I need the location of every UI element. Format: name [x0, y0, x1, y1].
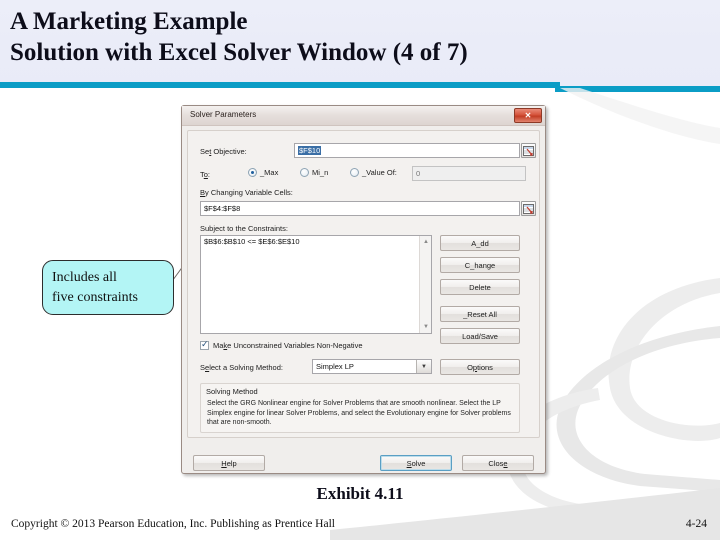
chevron-down-icon[interactable]: ▼: [420, 321, 431, 333]
help-button-label: Help: [221, 458, 237, 468]
solving-method-label: Select a Solving Method:: [200, 363, 283, 372]
dialog-close-button[interactable]: Close: [462, 455, 534, 471]
radio-value-of[interactable]: _Value Of:: [350, 168, 397, 177]
change-button-label: C_hange: [464, 260, 496, 270]
radio-value-of-icon: [350, 168, 359, 177]
checkbox-icon: [200, 339, 209, 350]
callout-line-2: five constraints: [52, 290, 138, 305]
close-button-label: Close: [488, 458, 508, 468]
solving-method-groupbox: Solving Method Select the GRG Nonlinear …: [200, 383, 520, 433]
radio-max[interactable]: _Max: [248, 168, 278, 177]
range-picker-icon[interactable]: [521, 143, 536, 158]
page-title: A Marketing Example Solution with Excel …: [10, 6, 710, 68]
load-save-button[interactable]: Load/Save: [440, 328, 520, 344]
set-objective-value: $F$10: [298, 146, 322, 155]
change-button[interactable]: C_hange: [440, 257, 520, 273]
radio-min[interactable]: Mi_n: [300, 168, 328, 177]
options-button[interactable]: Options: [440, 359, 520, 375]
load-save-button-label: Load/Save: [462, 331, 498, 341]
delete-button-label: Delete: [469, 282, 491, 292]
callout-box: Includes all five constraints: [42, 260, 174, 315]
solving-method-value: Simplex LP: [316, 362, 354, 371]
solve-button[interactable]: Solve: [380, 455, 452, 471]
constraints-listbox[interactable]: $B$6:$B$10 <= $E$6:$E$10 ▲ ▼: [200, 235, 432, 334]
copyright-notice: Copyright © 2013 Pearson Education, Inc.…: [11, 518, 335, 530]
page-title-line-1: A Marketing Example: [10, 8, 248, 35]
solving-method-description: Select the GRG Nonlinear engine for Solv…: [207, 400, 511, 426]
callout-line-1: Includes all: [52, 270, 117, 285]
options-button-label: Options: [467, 362, 493, 372]
dialog-title: Solver Parameters: [190, 110, 257, 119]
set-objective-label: Set Objective:: [200, 147, 247, 156]
value-of-input[interactable]: 0: [412, 166, 526, 181]
set-objective-input[interactable]: $F$10: [294, 143, 520, 158]
dialog-title-bar[interactable]: Solver Parameters ✕: [182, 106, 545, 126]
exhibit-caption: Exhibit 4.11: [316, 484, 404, 503]
reset-all-button-label: _Reset All: [463, 309, 497, 319]
radio-min-icon: [300, 168, 309, 177]
solving-method-select[interactable]: Simplex LP ▼: [312, 359, 432, 374]
reset-all-button[interactable]: _Reset All: [440, 306, 520, 322]
chevron-down-icon-combo[interactable]: ▼: [416, 360, 431, 373]
constraints-scrollbar[interactable]: ▲ ▼: [419, 236, 431, 333]
radio-max-label: _Max: [260, 168, 279, 177]
changing-cells-label: By Changing Variable Cells:: [200, 188, 293, 197]
page-number: 4-24: [685, 518, 707, 530]
dialog-body: Set Objective: $F$10 To: _Max Mi_n _Valu…: [187, 130, 540, 471]
non-negative-label: Make Unconstrained Variables Non-Negativ…: [213, 341, 363, 350]
constraints-label: Subject to the Constraints:: [200, 224, 288, 233]
solving-method-group-title: Solving Method: [206, 387, 258, 396]
radio-value-of-label: _Value Of:: [362, 168, 397, 177]
solver-parameters-dialog: Solver Parameters ✕ Set Objective: $F$10: [181, 105, 546, 474]
radio-min-label: Mi_n: [312, 168, 329, 177]
add-button-label: A_dd: [471, 238, 489, 248]
callout-text: Includes all five constraints: [52, 268, 167, 308]
close-icon[interactable]: ✕: [514, 108, 542, 123]
solve-button-label: Solve: [406, 458, 426, 468]
to-label: To:: [200, 170, 211, 179]
add-button[interactable]: A_dd: [440, 235, 520, 251]
radio-max-icon: [248, 168, 257, 177]
range-picker-icon-2[interactable]: [521, 201, 536, 216]
help-button[interactable]: Help: [193, 455, 265, 471]
chevron-up-icon[interactable]: ▲: [420, 236, 431, 248]
non-negative-checkbox[interactable]: Make Unconstrained Variables Non-Negativ…: [200, 339, 363, 350]
delete-button[interactable]: Delete: [440, 279, 520, 295]
list-item[interactable]: $B$6:$B$10 <= $E$6:$E$10: [201, 236, 431, 247]
page-title-line-2: Solution with Excel Solver Window (4 of …: [10, 39, 468, 66]
changing-cells-input[interactable]: $F$4:$F$8: [200, 201, 520, 216]
solver-main-panel: Set Objective: $F$10 To: _Max Mi_n _Valu…: [187, 130, 540, 438]
